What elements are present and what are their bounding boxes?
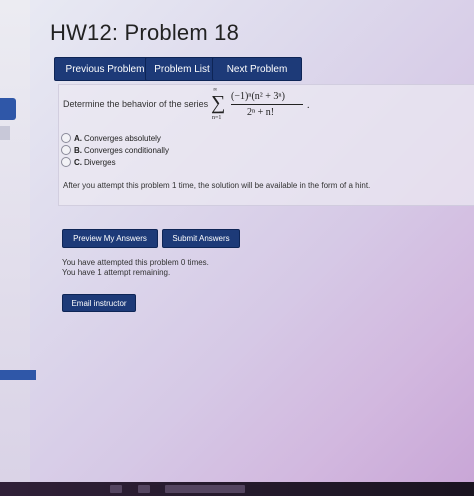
option-b-text: Converges conditionally [84, 145, 169, 155]
side-tab[interactable] [0, 126, 10, 140]
previous-problem-button[interactable]: Previous Problem [54, 57, 156, 81]
problem-prompt: Determine the behavior of the series [63, 99, 209, 109]
side-bar-marker [0, 370, 36, 380]
radio-b[interactable] [61, 145, 71, 155]
taskbar-window-button[interactable] [165, 485, 245, 493]
left-panel [0, 0, 30, 496]
radio-c[interactable] [61, 157, 71, 167]
side-tab-active[interactable] [0, 98, 16, 120]
attempts-status: You have attempted this problem 0 times. [62, 258, 209, 267]
page-title: HW12: Problem 18 [50, 20, 240, 45]
option-a-text: Converges absolutely [84, 133, 161, 143]
option-a-letter: A. [74, 133, 82, 143]
option-c[interactable]: C. Diverges [61, 157, 116, 167]
series-trail: . [307, 100, 310, 111]
taskbar-app-icon[interactable] [138, 485, 150, 493]
next-problem-button[interactable]: Next Problem [212, 57, 302, 81]
problem-panel: Determine the behavior of the series ∞ ∑… [58, 84, 474, 206]
option-b-letter: B. [74, 145, 82, 155]
preview-answers-button[interactable]: Preview My Answers [62, 229, 158, 248]
problem-list-button[interactable]: Problem List [145, 57, 219, 81]
email-instructor-button[interactable]: Email instructor [62, 294, 136, 312]
taskbar-app-icon[interactable] [110, 485, 122, 493]
hint-notice: After you attempt this problem 1 time, t… [63, 181, 371, 190]
option-c-letter: C. [74, 157, 82, 167]
sigma-symbol: ∑ [211, 92, 226, 114]
submit-answers-button[interactable]: Submit Answers [162, 229, 240, 248]
fraction-bar [231, 104, 303, 105]
series-numerator: (−1)ⁿ(n² + 3ⁿ) [231, 91, 285, 102]
option-b[interactable]: B. Converges conditionally [61, 145, 169, 155]
taskbar [0, 482, 474, 496]
series-formula: ∞ ∑ n=1 (−1)ⁿ(n² + 3ⁿ) 2ⁿ + n! . [211, 87, 341, 125]
series-lower-limit: n=1 [212, 115, 222, 121]
option-a[interactable]: A. Converges absolutely [61, 133, 161, 143]
radio-a[interactable] [61, 133, 71, 143]
option-c-text: Diverges [84, 157, 116, 167]
attempts-remaining: You have 1 attempt remaining. [62, 268, 171, 277]
main-content: HW12: Problem 18 Previous Problem Proble… [38, 0, 474, 496]
series-denominator: 2ⁿ + n! [247, 107, 275, 118]
